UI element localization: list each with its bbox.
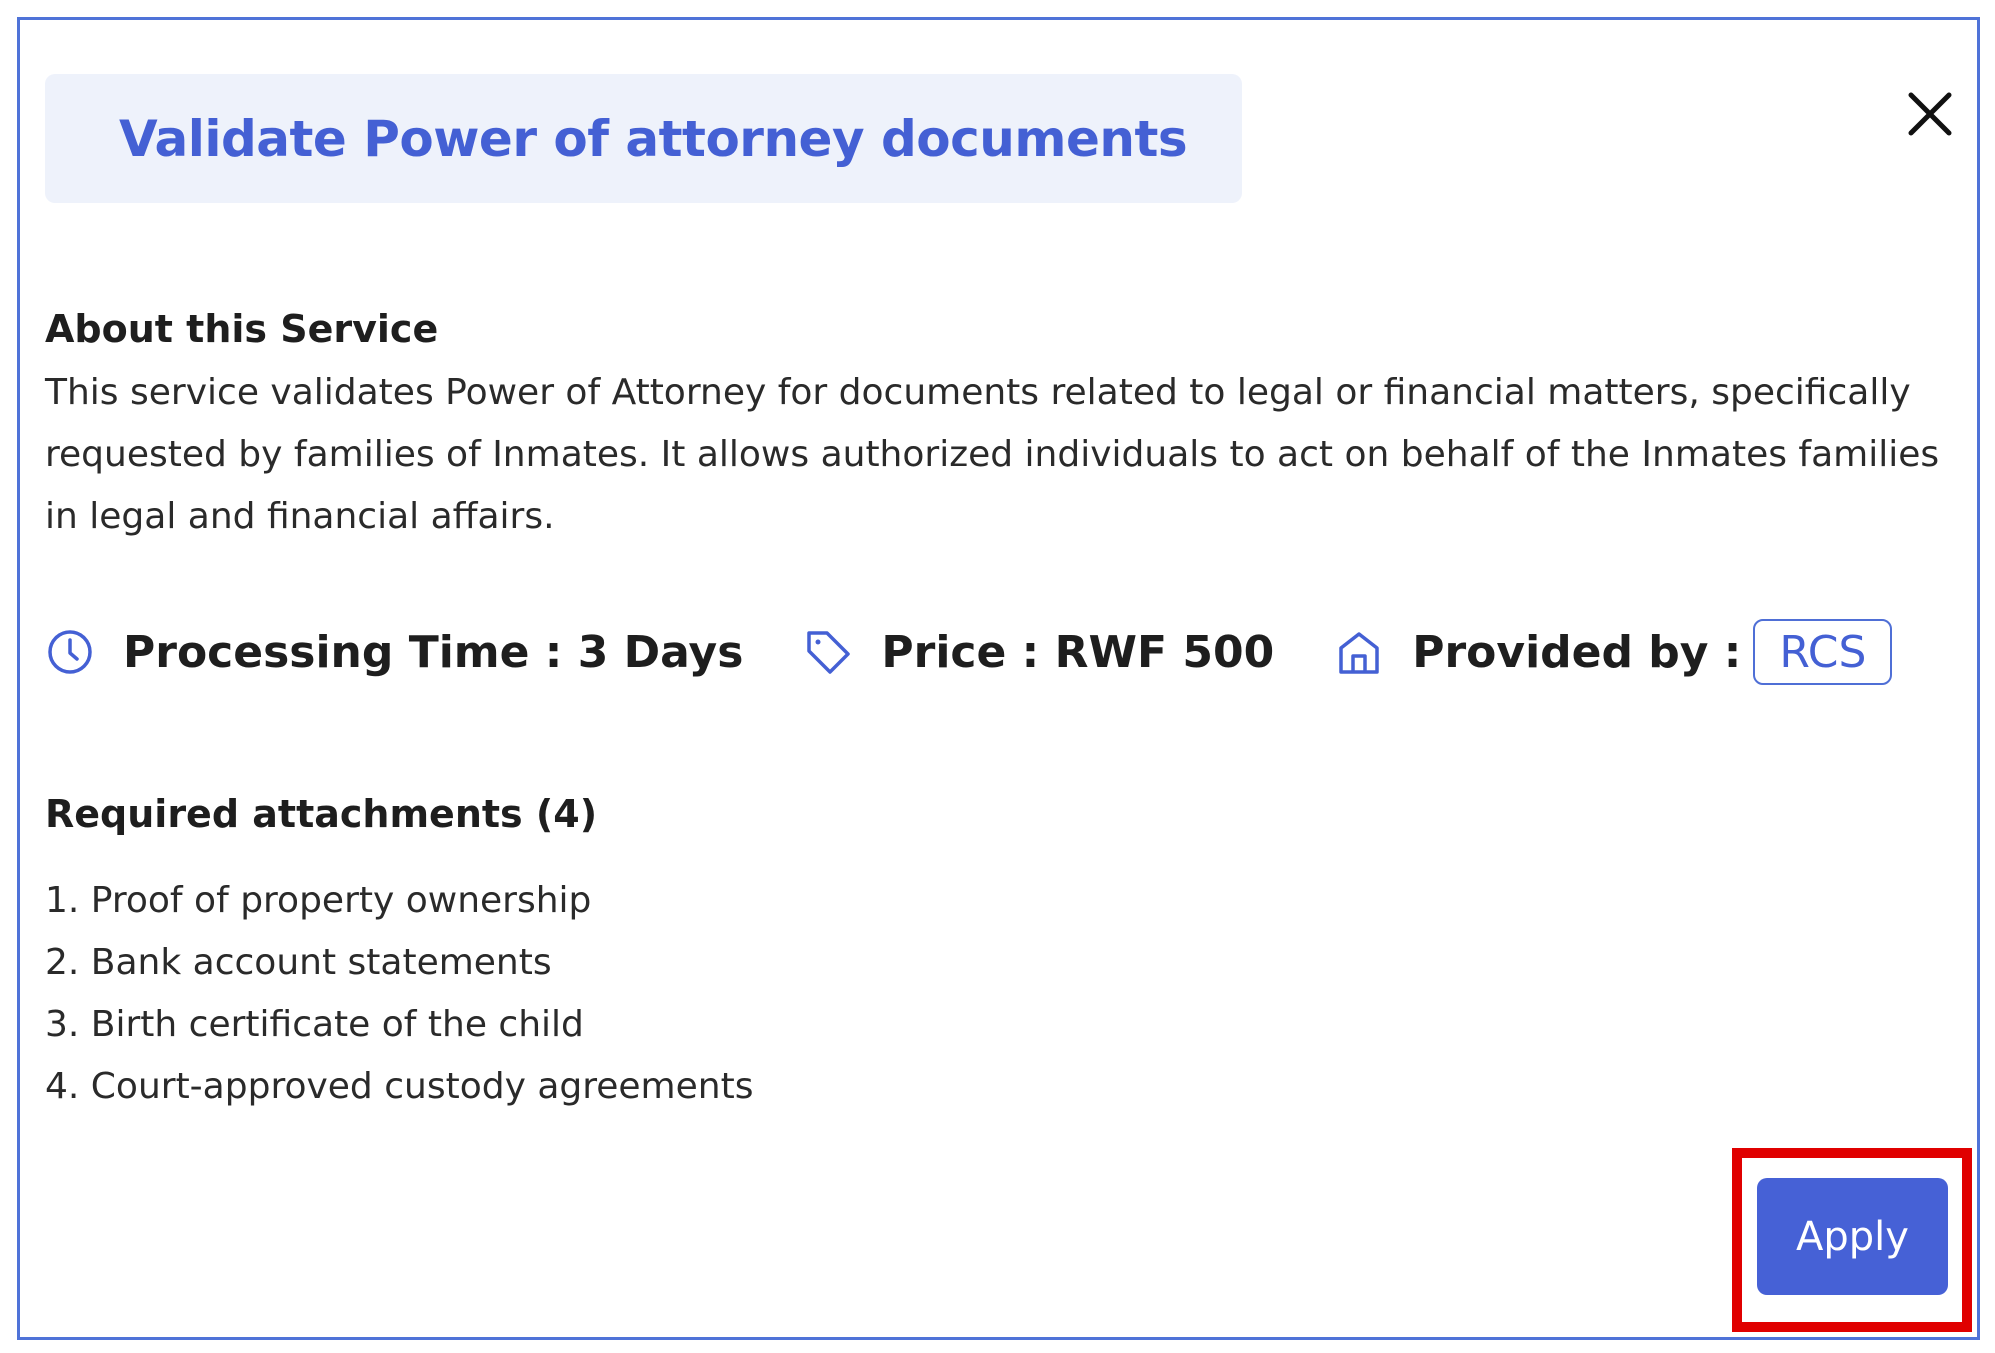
clock-icon: [45, 627, 95, 677]
attachments-list: 1. Proof of property ownership 2. Bank a…: [45, 870, 753, 1118]
provided-by-label: Provided by :: [1412, 626, 1742, 678]
provider-badge: RCS: [1753, 619, 1893, 685]
list-item: 4. Court-approved custody agreements: [45, 1066, 754, 1107]
price: Price : RWF 500: [881, 626, 1275, 678]
about-heading: About this Service: [45, 307, 439, 351]
service-meta-row: Processing Time : 3 Days Price : RWF 500…: [45, 617, 1893, 687]
tag-icon: [803, 627, 853, 677]
apply-button[interactable]: Apply: [1757, 1178, 1948, 1295]
dialog-title-box: Validate Power of attorney documents: [45, 74, 1242, 203]
list-item: 3. Birth certificate of the child: [45, 1004, 584, 1045]
close-button[interactable]: [1902, 86, 1958, 142]
about-description: This service validates Power of Attorney…: [45, 372, 1940, 537]
close-icon: [1908, 92, 1952, 136]
attachments-heading: Required attachments (4): [45, 792, 598, 836]
home-icon: [1334, 627, 1384, 677]
processing-time: Processing Time : 3 Days: [123, 626, 744, 678]
list-item: 1. Proof of property ownership: [45, 880, 592, 921]
list-item: 2. Bank account statements: [45, 942, 552, 983]
dialog-title: Validate Power of attorney documents: [119, 109, 1188, 168]
